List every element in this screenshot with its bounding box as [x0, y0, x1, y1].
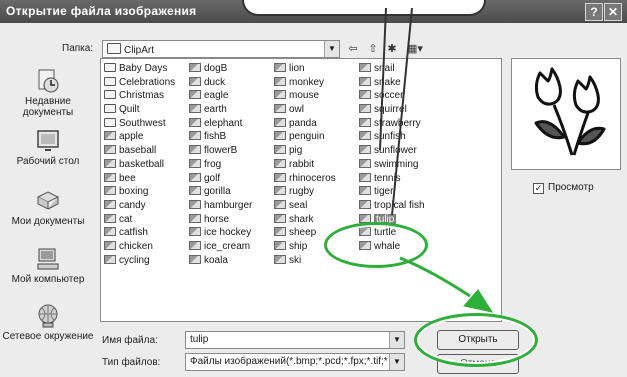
instruction-arrows [379, 7, 494, 313]
callout-pointer [391, 7, 413, 216]
callout-pointer-2 [379, 7, 387, 151]
open-image-dialog: Открытие файла изображения ? ✕ Папка: Cl… [0, 0, 627, 377]
green-arrow-line [399, 256, 471, 298]
